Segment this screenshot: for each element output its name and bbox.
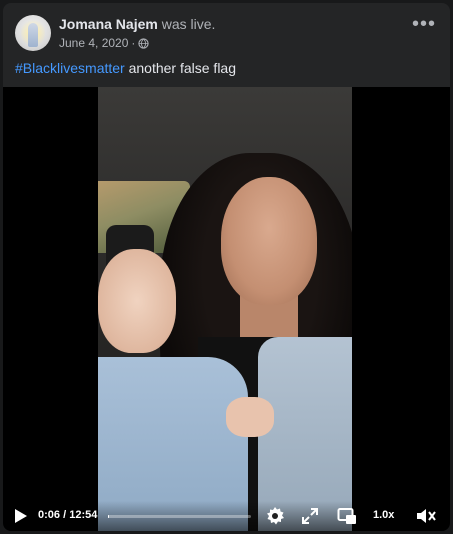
post-card: Jomana Najem was live. June 4, 2020 · ••… bbox=[3, 3, 450, 531]
settings-icon[interactable] bbox=[265, 506, 285, 526]
volume-icon[interactable] bbox=[415, 507, 437, 525]
play-icon[interactable] bbox=[14, 508, 28, 524]
post-date[interactable]: June 4, 2020 bbox=[59, 36, 128, 50]
progress-fill bbox=[108, 515, 110, 518]
progress-bar[interactable] bbox=[108, 515, 251, 518]
baby-head bbox=[98, 249, 176, 353]
ellipsis-icon[interactable]: ••• bbox=[410, 14, 438, 41]
post-header: Jomana Najem was live. June 4, 2020 · ••… bbox=[15, 14, 438, 55]
author-line: Jomana Najem was live. bbox=[59, 16, 215, 32]
picture-in-picture-icon[interactable] bbox=[337, 507, 357, 525]
duration: 12:54 bbox=[69, 509, 98, 521]
woman-face bbox=[221, 177, 317, 305]
video-player[interactable]: 0:06 / 12:54 1.0x bbox=[3, 87, 450, 531]
meta-separator: · bbox=[131, 36, 136, 50]
playback-speed-button[interactable]: 1.0x bbox=[373, 509, 394, 521]
post-body: another false flag bbox=[128, 60, 236, 76]
post-text: #Blacklivesmatter another false flag bbox=[15, 60, 236, 76]
time-separator: / bbox=[60, 509, 70, 521]
avatar-figure bbox=[28, 23, 38, 47]
globe-icon bbox=[138, 37, 150, 49]
post-action: was live. bbox=[161, 16, 216, 32]
post-meta: June 4, 2020 · bbox=[59, 36, 150, 50]
avatar[interactable] bbox=[15, 15, 51, 51]
current-time: 0:06 bbox=[38, 509, 61, 521]
fullscreen-icon[interactable] bbox=[301, 507, 319, 525]
hashtag-link[interactable]: #Blacklivesmatter bbox=[15, 60, 125, 76]
video-frame bbox=[98, 87, 352, 531]
hand bbox=[226, 397, 274, 437]
video-controls: 0:06 / 12:54 1.0x bbox=[3, 501, 450, 531]
author-name[interactable]: Jomana Najem bbox=[59, 16, 158, 32]
time-display: 0:06 / 12:54 bbox=[38, 509, 97, 521]
